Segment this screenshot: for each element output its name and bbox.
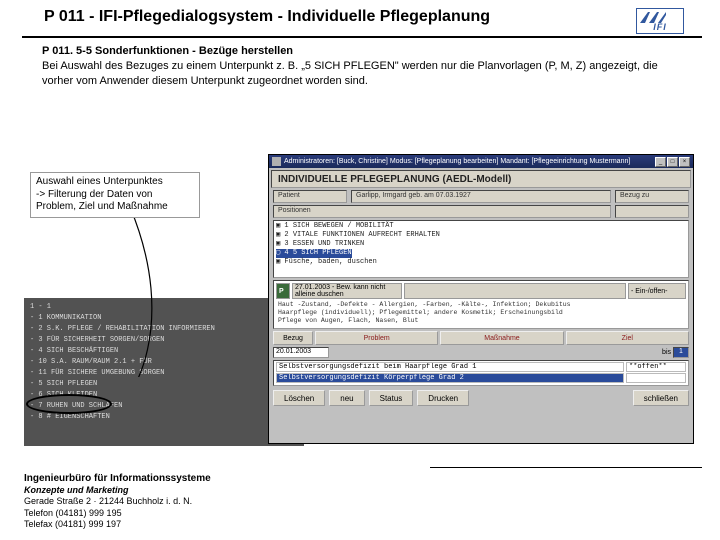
ifi-logo: IFI (636, 8, 684, 34)
footer-rule (430, 467, 702, 468)
tab-row: Bezug Problem Maßnahme Ziel (273, 331, 689, 345)
body-text: P 011. 5-5 Sonderfunktionen - Bezüge her… (0, 38, 720, 89)
footer-fax: Telefax (04181) 999 197 (24, 519, 211, 530)
status-button[interactable]: Status (369, 390, 414, 406)
footer-address: Gerade Straße 2 · 21244 Buchholz i. d. N… (24, 496, 211, 507)
grid-cell[interactable] (626, 373, 686, 383)
footer-phone: Telefon (04181) 999 195 (24, 508, 211, 519)
schliessen-button[interactable]: schließen (633, 390, 689, 406)
tab-bezug[interactable]: Bezug (273, 331, 313, 345)
p-suffix: - Ein-/offen- (628, 283, 686, 299)
grid-cell[interactable]: Selbstversorgungsdefizit beim Haarpflege… (276, 362, 624, 372)
bezug-label: Bezug zu (615, 190, 689, 203)
date-from[interactable]: 20.01.2003 (273, 347, 329, 358)
close-button[interactable]: × (679, 157, 690, 167)
bis-label: bis (662, 349, 671, 356)
grid-cell[interactable]: Selbstversorgungsdefizit Körperpflege Gr… (276, 373, 624, 383)
app-screenshot: Administratoren: [Buck, Christine] Modus… (268, 154, 694, 444)
tree-header: Positionen (273, 205, 611, 218)
drucken-button[interactable]: Drucken (417, 390, 469, 406)
p-letter: P (276, 283, 290, 299)
page-title: P 011 - IFI-Pflegedialogsystem - Individ… (44, 8, 636, 26)
minimize-button[interactable]: _ (655, 157, 666, 167)
callout-box: Auswahl eines Unterpunktes -> Filterung … (30, 172, 200, 218)
tab-massnahme[interactable]: Maßnahme (440, 331, 563, 345)
tab-problem[interactable]: Problem (315, 331, 438, 345)
tree-row[interactable]: ▣ 1 SICH BEWEGEN / MOBILITÄT (276, 222, 686, 231)
p-fill (404, 283, 626, 299)
p-date: 27.01.2003 - Bew. kann nicht alleine dus… (292, 283, 402, 299)
background-list: 1 - 1 - 1 KOMMUNIKATION - 2 S.K. PFLEGE … (24, 298, 304, 446)
position-tree[interactable]: ▣ 1 SICH BEWEGEN / MOBILITÄT ▣ 2 VITALE … (273, 220, 689, 278)
window-title: Administratoren: [Buck, Christine] Modus… (284, 158, 630, 165)
patient-label: Patient (273, 190, 347, 203)
tree-row[interactable]: ▣ 2 VITALE FUNKTIONEN AUFRECHT ERHALTEN (276, 231, 686, 240)
app-icon (272, 157, 281, 166)
paragraph: Bei Auswahl des Bezuges zu einem Unterpu… (42, 59, 690, 89)
subheading: P 011. 5-5 Sonderfunktionen - Bezüge her… (42, 44, 690, 59)
detail-panel: P 27.01.2003 - Bew. kann nicht alleine d… (273, 280, 689, 329)
window-titlebar: Administratoren: [Buck, Christine] Modus… (269, 155, 693, 168)
tree-row[interactable]: ▢ 4 5 SICH PFLEGEN (276, 249, 686, 258)
tab-ziel[interactable]: Ziel (566, 331, 689, 345)
module-banner: INDIVIDUELLE PFLEGEPLANUNG (AEDL-Modell) (271, 170, 691, 188)
page-number[interactable]: 1 (673, 347, 689, 358)
footer-dept: Konzepte und Marketing (24, 485, 211, 496)
loeschen-button[interactable]: Löschen (273, 390, 325, 406)
tree-scroll-hdr (615, 205, 689, 218)
tree-row[interactable]: ▣ Füsche, baden, duschen (276, 258, 686, 267)
footer-company: Ingenieurbüro für Informationssysteme (24, 473, 211, 486)
maximize-button[interactable]: □ (667, 157, 678, 167)
patient-value: Garlipp, Irmgard geb. am 07.03.1927 (351, 190, 611, 203)
footer: Ingenieurbüro für Informationssysteme Ko… (24, 473, 211, 531)
neu-button[interactable]: neu (329, 390, 364, 406)
grid-cell[interactable]: **offen** (626, 362, 686, 372)
tree-row[interactable]: ▣ 3 ESSEN UND TRINKEN (276, 240, 686, 249)
detail-text: Haut -Zustand, -Defekte - Allergien, -Fa… (276, 300, 686, 326)
result-grid[interactable]: Selbstversorgungsdefizit beim Haarpflege… (273, 360, 689, 386)
